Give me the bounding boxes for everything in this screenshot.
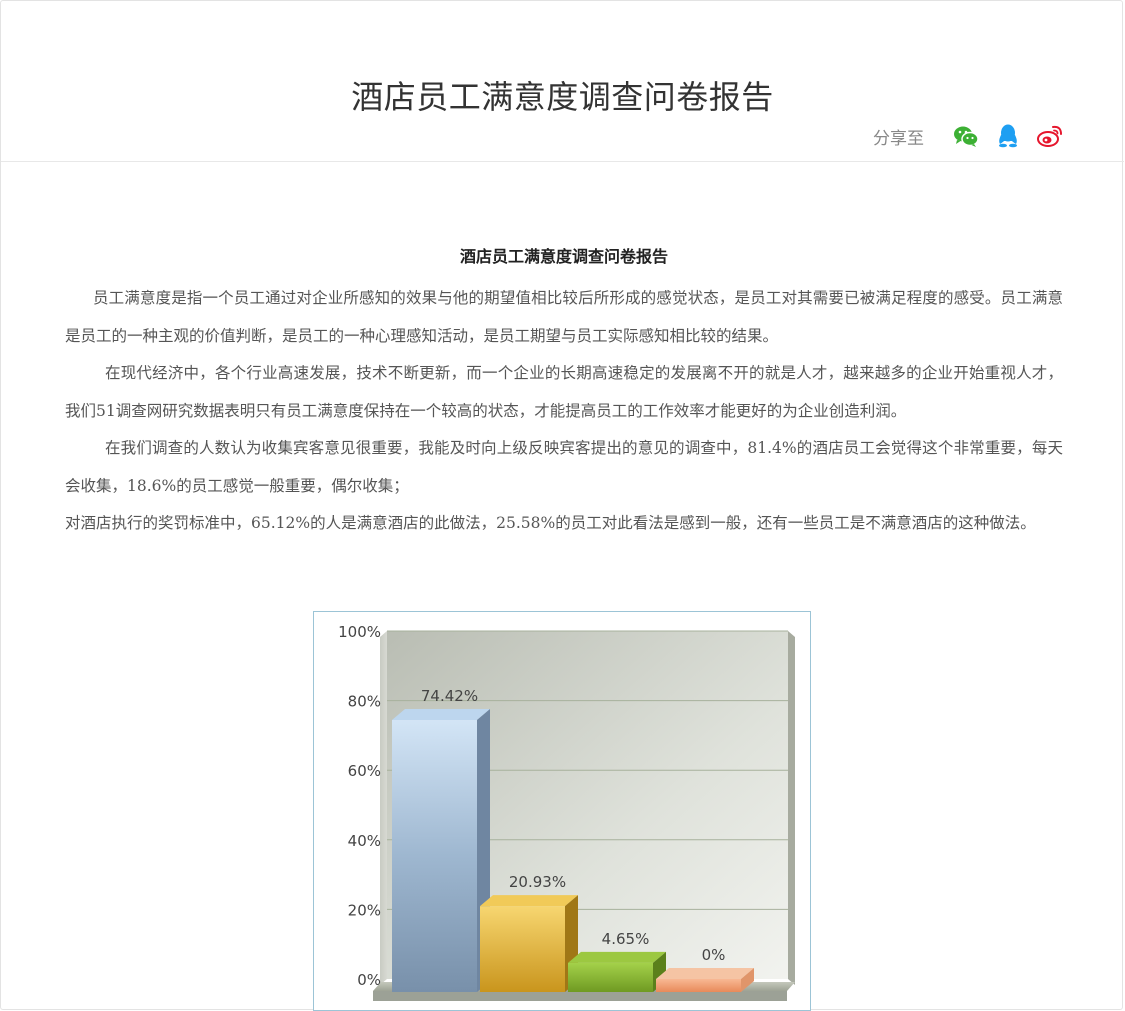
- chart-bar-2-top: [568, 951, 666, 963]
- article-paragraph-1: 员工满意度是指一个员工通过对企业所感知的效果与他的期望值相比较后所形成的感觉状态…: [65, 289, 1063, 345]
- chart-y-tick-label: 40%: [348, 832, 381, 850]
- chart-data-label-0: 74.42%: [421, 687, 478, 705]
- chart-side-wall: [788, 631, 795, 985]
- article-paragraph-4: 对酒店执行的奖罚标准中，65.12%的人是满意酒店的此做法，25.58%的员工对…: [65, 514, 1036, 532]
- chart-bar-0: [392, 720, 477, 992]
- chart-y-tick-label: 100%: [338, 623, 381, 641]
- share-label: 分享至: [873, 128, 924, 149]
- chart-bar-2: [568, 962, 653, 992]
- chart-y-tick-label: 20%: [348, 901, 381, 919]
- page-header: 酒店员工满意度调查问卷报告 分享至: [1, 1, 1124, 162]
- weibo-icon[interactable]: [1036, 122, 1064, 150]
- article-title: 酒店员工满意度调查问卷报告: [459, 247, 668, 266]
- chart-bar-3: [656, 979, 741, 992]
- wechat-icon[interactable]: [952, 122, 980, 150]
- chart-data-label-2: 4.65%: [602, 930, 650, 948]
- chart-bar-1-top: [480, 895, 578, 907]
- chart-data-label-1: 20.93%: [509, 873, 566, 891]
- page-title: 酒店员工满意度调查问卷报告: [351, 78, 774, 117]
- bar-chart-svg: 0%20%40%60%80%100%74.42%20.93%4.65%0%: [338, 623, 795, 1001]
- chart-y-tick-label: 60%: [348, 762, 381, 780]
- chart-bar-3-top: [656, 968, 754, 979]
- article-paragraph-2: 在现代经济中，各个行业高速发展，技术不断更新，而一个企业的长期高速稳定的发展离不…: [65, 364, 1063, 420]
- qq-icon[interactable]: [994, 122, 1022, 150]
- article-paragraph-3: 在我们调查的人数认为收集宾客意见很重要，我能及时向上级反映宾客提出的意见的调查中…: [65, 439, 1063, 495]
- share-bar: 分享至: [873, 121, 1064, 151]
- report-card: 酒店员工满意度调查问卷报告 分享至 酒店员工满意度调查问卷报告 员工满意度是指一…: [0, 0, 1124, 1011]
- chart-bar-1: [480, 906, 565, 992]
- chart-y-tick-label: 80%: [348, 693, 381, 711]
- chart-data-label-3: 0%: [702, 946, 726, 964]
- chart-left-wall: [380, 631, 387, 985]
- bar-chart: 0% 20% 40% 60% 80% 100% 74.42% 20.93% 4.65% 0%: [313, 611, 811, 1011]
- chart-bar-0-top: [392, 709, 490, 721]
- article-body: 酒店员工满意度调查问卷报告 员工满意度是指一个员工通过对企业所感知的效果与他的期…: [65, 239, 1063, 543]
